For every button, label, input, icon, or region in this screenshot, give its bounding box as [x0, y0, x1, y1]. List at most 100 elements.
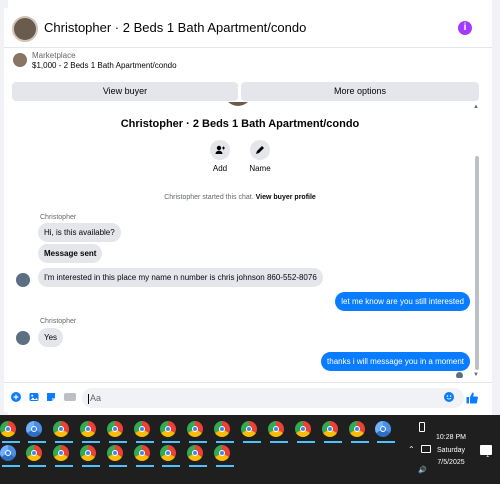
browser-taskbar-icon[interactable]: [349, 421, 365, 437]
browser-taskbar-icon[interactable]: [241, 421, 257, 437]
page-gutter-right: [492, 0, 500, 415]
browser-taskbar-icon[interactable]: [160, 421, 176, 437]
message-bubble: Message sent: [38, 244, 103, 263]
browser-taskbar-icon[interactable]: [214, 421, 230, 437]
pencil-icon: [250, 140, 270, 160]
taskbar-running-indicator: [2, 465, 20, 467]
name-action[interactable]: Name: [240, 140, 280, 173]
add-action[interactable]: Add: [200, 140, 240, 173]
message-list: Christopher · 2 Beds 1 Bath Apartment/co…: [4, 102, 492, 378]
taskbar-running-indicator: [270, 441, 288, 443]
browser-taskbar-icon[interactable]: [187, 421, 203, 437]
view-buyer-profile-link[interactable]: View buyer profile: [256, 194, 316, 201]
plus-icon[interactable]: [11, 392, 21, 402]
browser-taskbar-icon[interactable]: [295, 421, 311, 437]
browser-taskbar-icon[interactable]: [134, 445, 150, 461]
scroll-down-arrow-icon[interactable]: ▼: [473, 372, 479, 378]
phone-link-icon[interactable]: [419, 422, 425, 432]
sender-avatar: [16, 273, 30, 287]
browser-taskbar-icon[interactable]: [0, 421, 16, 437]
message-bubble-sent: let me know are you still interested: [335, 292, 470, 311]
browser-taskbar-icon[interactable]: [80, 445, 96, 461]
browser-taskbar-icon[interactable]: [187, 445, 203, 461]
taskbar-running-indicator: [136, 441, 154, 443]
browser-taskbar-icon[interactable]: [268, 421, 284, 437]
sticker-icon[interactable]: [46, 392, 56, 402]
sender-avatar: [16, 331, 30, 345]
browser-taskbar-icon[interactable]: [214, 445, 230, 461]
taskbar-running-indicator: [82, 465, 100, 467]
taskbar-running-indicator: [55, 465, 73, 467]
photo-icon[interactable]: [29, 392, 39, 402]
taskbar: ⌃ 🔊 10:28 PM Saturday 7/5/2025 1: [0, 415, 500, 484]
taskbar-running-indicator: [136, 465, 154, 467]
add-label: Add: [212, 164, 228, 173]
system-started-text: Christopher started this chat.: [164, 194, 254, 201]
browser-taskbar-icon[interactable]: [134, 421, 150, 437]
more-options-button[interactable]: More options: [241, 82, 479, 101]
volume-icon[interactable]: 🔊: [418, 466, 427, 474]
chat-title[interactable]: Christopher · 2 Beds 1 Bath Apartment/co…: [44, 20, 306, 35]
message-composer: Aa: [4, 382, 492, 412]
scrollbar-thumb[interactable]: [475, 156, 479, 370]
read-receipt-avatar: [456, 372, 463, 378]
taskbar-running-indicator: [2, 441, 20, 443]
message-bubble: I'm interested in this place my name n n…: [38, 268, 323, 287]
browser-taskbar-icon[interactable]: [375, 421, 391, 437]
browser-taskbar-icon[interactable]: [107, 421, 123, 437]
sender-name: Christopher: [40, 214, 77, 221]
taskbar-running-indicator: [109, 465, 127, 467]
browser-taskbar-icon[interactable]: [0, 445, 16, 461]
profile-avatar: [224, 102, 252, 106]
sender-name: Christopher: [40, 318, 77, 325]
clock-time[interactable]: 10:28 PM: [426, 434, 476, 441]
message-input[interactable]: Aa: [82, 388, 464, 408]
browser-taskbar-icon[interactable]: [107, 445, 123, 461]
message-scrollbar[interactable]: [474, 102, 480, 378]
taskbar-running-indicator: [377, 441, 395, 443]
taskbar-running-indicator: [351, 441, 369, 443]
taskbar-running-indicator: [216, 465, 234, 467]
message-bubble: Yes: [38, 328, 64, 347]
taskbar-running-indicator: [189, 441, 207, 443]
browser-taskbar-icon[interactable]: [160, 445, 176, 461]
taskbar-running-indicator: [189, 465, 207, 467]
message-bubble: Hi, is this available?: [38, 223, 121, 242]
browser-taskbar-icon[interactable]: [322, 421, 338, 437]
taskbar-running-indicator: [216, 441, 234, 443]
view-buyer-button[interactable]: View buyer: [12, 82, 238, 101]
browser-taskbar-icon[interactable]: [53, 445, 69, 461]
chat-header: Christopher · 2 Beds 1 Bath Apartment/co…: [4, 8, 492, 48]
taskbar-running-indicator: [82, 441, 100, 443]
taskbar-running-indicator: [297, 441, 315, 443]
taskbar-running-indicator: [109, 441, 127, 443]
profile-title: Christopher · 2 Beds 1 Bath Apartment/co…: [120, 118, 360, 130]
system-message: Christopher started this chat. View buye…: [4, 194, 476, 201]
browser-taskbar-icon[interactable]: [26, 445, 42, 461]
browser-taskbar-icon[interactable]: [80, 421, 96, 437]
message-bubble-sent: thanks i will message you in a moment: [321, 352, 470, 371]
notification-count: 1: [486, 453, 490, 459]
taskbar-running-indicator: [28, 441, 46, 443]
name-label: Name: [249, 164, 271, 173]
listing-thumbnail: [13, 53, 27, 67]
taskbar-running-indicator: [162, 441, 180, 443]
browser-taskbar-icon[interactable]: [26, 421, 42, 437]
taskbar-running-indicator: [324, 441, 342, 443]
contact-avatar[interactable]: [12, 16, 38, 42]
marketplace-listing[interactable]: Marketplace $1,000 - 2 Beds 1 Bath Apart…: [4, 48, 492, 78]
taskbar-running-indicator: [55, 441, 73, 443]
add-person-icon: [210, 140, 230, 160]
gif-icon[interactable]: [64, 392, 76, 402]
marketplace-label: Marketplace: [32, 51, 76, 60]
like-icon[interactable]: [466, 392, 478, 404]
taskbar-running-indicator: [243, 441, 261, 443]
tray-overflow-chevron-icon[interactable]: ⌃: [408, 445, 415, 454]
browser-taskbar-icon[interactable]: [53, 421, 69, 437]
clock-date[interactable]: 7/5/2025: [426, 459, 476, 466]
emoji-icon[interactable]: [444, 392, 454, 402]
info-icon[interactable]: i: [458, 21, 472, 35]
clock-day[interactable]: Saturday: [426, 447, 476, 454]
chat-window: Christopher · 2 Beds 1 Bath Apartment/co…: [4, 8, 492, 412]
taskbar-running-indicator: [162, 465, 180, 467]
